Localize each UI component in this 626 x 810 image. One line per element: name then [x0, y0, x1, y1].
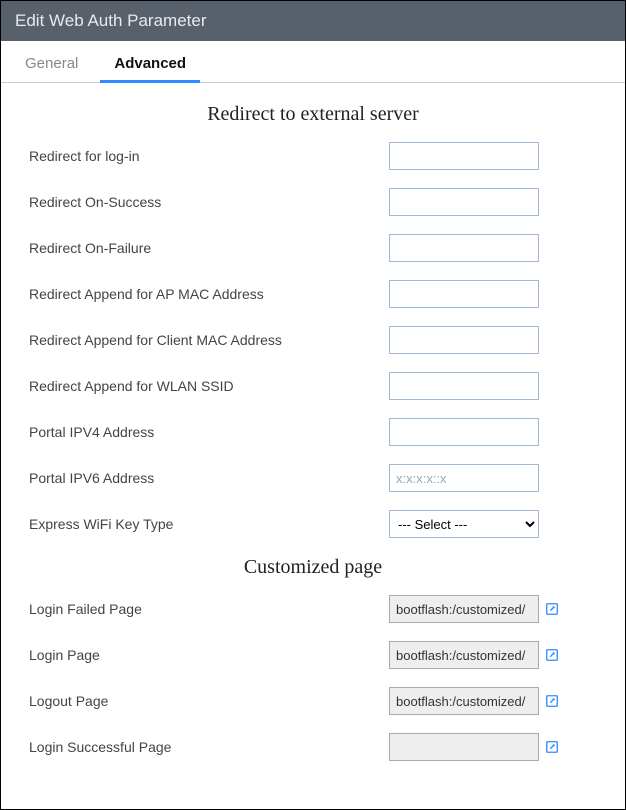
- row-portal-ipv4: Portal IPV4 Address: [29, 418, 597, 446]
- input-portal-ipv6[interactable]: [389, 464, 539, 492]
- input-login-failed-page[interactable]: [389, 595, 539, 623]
- dialog-title: Edit Web Auth Parameter: [1, 1, 625, 41]
- section-customized-title: Customized page: [29, 556, 597, 579]
- label-redirect-login: Redirect for log-in: [29, 148, 389, 164]
- label-wifi-key: Express WiFi Key Type: [29, 516, 389, 532]
- label-login-success-page: Login Successful Page: [29, 739, 389, 755]
- input-redirect-login[interactable]: [389, 142, 539, 170]
- label-portal-ipv6: Portal IPV6 Address: [29, 470, 389, 486]
- row-redirect-login: Redirect for log-in: [29, 142, 597, 170]
- label-redirect-client-mac: Redirect Append for Client MAC Address: [29, 332, 389, 348]
- input-portal-ipv4[interactable]: [389, 418, 539, 446]
- edit-icon[interactable]: [545, 602, 559, 616]
- row-redirect-success: Redirect On-Success: [29, 188, 597, 216]
- row-login-failed-page: Login Failed Page: [29, 595, 597, 623]
- row-wifi-key: Express WiFi Key Type --- Select ---: [29, 510, 597, 538]
- label-redirect-ssid: Redirect Append for WLAN SSID: [29, 378, 389, 394]
- row-redirect-ssid: Redirect Append for WLAN SSID: [29, 372, 597, 400]
- input-logout-page[interactable]: [389, 687, 539, 715]
- label-login-page: Login Page: [29, 647, 389, 663]
- row-redirect-failure: Redirect On-Failure: [29, 234, 597, 262]
- tab-advanced[interactable]: Advanced: [96, 41, 204, 82]
- input-redirect-client-mac[interactable]: [389, 326, 539, 354]
- row-login-page: Login Page: [29, 641, 597, 669]
- label-redirect-ap-mac: Redirect Append for AP MAC Address: [29, 286, 389, 302]
- input-redirect-failure[interactable]: [389, 234, 539, 262]
- row-login-success-page: Login Successful Page: [29, 733, 597, 761]
- input-redirect-ssid[interactable]: [389, 372, 539, 400]
- tab-bar: General Advanced: [1, 41, 625, 83]
- edit-icon[interactable]: [545, 694, 559, 708]
- select-wifi-key[interactable]: --- Select ---: [389, 510, 539, 538]
- section-redirect-title: Redirect to external server: [29, 103, 597, 126]
- label-login-failed-page: Login Failed Page: [29, 601, 389, 617]
- input-redirect-success[interactable]: [389, 188, 539, 216]
- row-logout-page: Logout Page: [29, 687, 597, 715]
- row-portal-ipv6: Portal IPV6 Address: [29, 464, 597, 492]
- label-redirect-success: Redirect On-Success: [29, 194, 389, 210]
- label-logout-page: Logout Page: [29, 693, 389, 709]
- edit-icon[interactable]: [545, 740, 559, 754]
- input-login-page[interactable]: [389, 641, 539, 669]
- content-area: Redirect to external server Redirect for…: [1, 83, 625, 809]
- webauth-parameter-dialog: Edit Web Auth Parameter General Advanced…: [0, 0, 626, 810]
- edit-icon[interactable]: [545, 648, 559, 662]
- row-redirect-client-mac: Redirect Append for Client MAC Address: [29, 326, 597, 354]
- tab-general[interactable]: General: [7, 41, 96, 82]
- label-redirect-failure: Redirect On-Failure: [29, 240, 389, 256]
- label-portal-ipv4: Portal IPV4 Address: [29, 424, 389, 440]
- input-redirect-ap-mac[interactable]: [389, 280, 539, 308]
- row-redirect-ap-mac: Redirect Append for AP MAC Address: [29, 280, 597, 308]
- input-login-success-page[interactable]: [389, 733, 539, 761]
